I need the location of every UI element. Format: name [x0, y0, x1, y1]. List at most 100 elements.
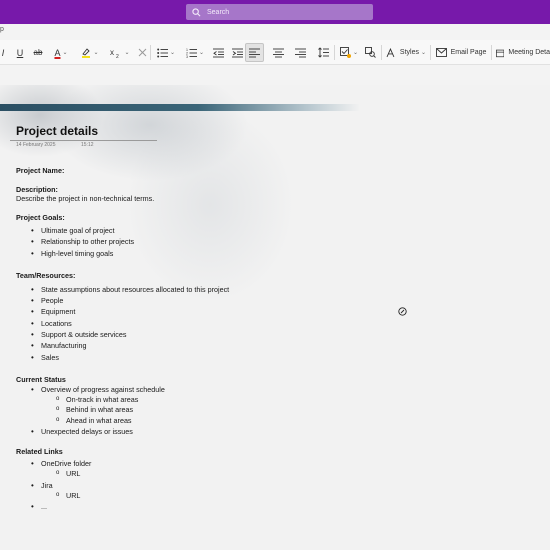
- subscript-button[interactable]: x 2 ⌄: [108, 40, 132, 65]
- increase-indent-button[interactable]: [230, 40, 244, 65]
- bullets-button[interactable]: ⌄: [153, 40, 179, 65]
- ribbon-tab-bar: p: [0, 24, 550, 40]
- note-container[interactable]: Project Name: Description: Describe the …: [16, 166, 316, 513]
- underline-button[interactable]: U: [14, 40, 26, 65]
- links-sublist: URL: [41, 490, 316, 501]
- ribbon-divider: [381, 45, 382, 60]
- sub-list-item[interactable]: URL: [56, 490, 316, 501]
- sub-list-item: On-track in what areas: [56, 394, 316, 405]
- numbering-button[interactable]: 1 2 3 ⌄: [182, 40, 208, 65]
- list-item: State assumptions about resources alloca…: [31, 284, 316, 296]
- align-left-icon: [249, 48, 260, 57]
- meeting-details-label: Meeting Deta: [508, 49, 550, 56]
- ribbon-divider: [430, 45, 431, 60]
- clear-formatting-icon: [138, 48, 146, 57]
- page-time: 15:12: [81, 142, 94, 148]
- status-heading: Current Status: [16, 374, 66, 384]
- title-bar: Search: [0, 0, 550, 24]
- list-item: OneDrive folder URL: [31, 458, 316, 480]
- list-item: Relationship to other projects: [31, 236, 316, 248]
- goals-heading: Project Goals:: [16, 213, 65, 222]
- envelope-icon: [435, 48, 447, 57]
- subscript-icon: x2: [110, 48, 119, 58]
- list-item: Locations: [31, 318, 316, 330]
- underline-label: U: [16, 47, 24, 58]
- header-stripe: [0, 104, 360, 111]
- align-right-button[interactable]: [293, 40, 307, 65]
- ribbon-tab-partial[interactable]: p: [0, 26, 4, 33]
- ribbon-divider: [150, 45, 151, 60]
- bulleted-list-icon: [157, 48, 168, 57]
- search-placeholder: Search: [207, 8, 230, 16]
- clear-formatting-button[interactable]: [136, 40, 148, 65]
- email-page-label: Email Page: [450, 49, 487, 56]
- team-list: State assumptions about resources alloca…: [16, 284, 316, 363]
- title-underline: [10, 140, 157, 141]
- align-right-icon: [294, 48, 306, 57]
- links-sublist: URL: [41, 468, 316, 479]
- svg-text:x: x: [110, 48, 114, 57]
- decrease-indent-button[interactable]: [211, 40, 225, 65]
- team-heading: Team/Resources:: [16, 270, 76, 280]
- search-icon: [192, 7, 201, 16]
- chevron-down-icon: ⌄: [352, 50, 359, 56]
- font-color-button[interactable]: A ⌄: [49, 40, 73, 65]
- chevron-down-icon: ⌄: [124, 50, 130, 56]
- chevron-down-icon: ⌄: [93, 50, 99, 56]
- styles-icon: [386, 47, 395, 57]
- decrease-indent-icon: [212, 48, 224, 57]
- list-item-text: Overview of progress against schedule: [41, 384, 165, 394]
- increase-indent-icon: [231, 48, 243, 57]
- list-item-text: Jira: [41, 480, 53, 490]
- list-item: Equipment: [31, 306, 316, 318]
- meeting-details-button[interactable]: Meeting Deta: [496, 40, 550, 65]
- links-list: OneDrive folder URL Jira URL ...: [16, 458, 316, 513]
- italic-button[interactable]: I: [0, 40, 6, 65]
- ribbon-divider: [334, 45, 335, 60]
- strikethrough-label: ab: [33, 48, 43, 57]
- description-text: Describe the project in non-technical te…: [16, 194, 155, 203]
- calendar-icon: [496, 49, 505, 57]
- goals-list: Ultimate goal of project Relationship to…: [16, 225, 316, 259]
- list-item: ...: [31, 501, 316, 513]
- list-item: High-level timing goals: [31, 248, 316, 260]
- chevron-down-icon: ⌄: [198, 50, 205, 56]
- checkbox-tag-icon: [340, 47, 351, 58]
- find-tags-button[interactable]: [363, 40, 377, 65]
- ribbon-toolbar: I U ab A ⌄ ⌄ x 2 ⌄ ⌄ 1 2 3 ⌄ ⌄ Styles ⌄ …: [0, 40, 550, 65]
- sub-list-item: Ahead in what areas: [56, 415, 316, 426]
- styles-button[interactable]: Styles ⌄: [386, 40, 426, 65]
- search-box[interactable]: Search: [186, 4, 373, 20]
- find-tags-icon: [364, 47, 376, 58]
- page-canvas[interactable]: Project details 14 February 2025 15:12 P…: [0, 85, 550, 550]
- page-title[interactable]: Project details: [16, 124, 98, 138]
- sub-list-item[interactable]: URL: [56, 468, 316, 479]
- status-list: Overview of progress against schedule On…: [16, 384, 316, 438]
- email-page-button[interactable]: Email Page: [435, 40, 487, 65]
- align-left-button[interactable]: [245, 43, 264, 62]
- description-heading: Description:: [16, 185, 58, 194]
- list-item-text: OneDrive folder: [41, 459, 92, 469]
- font-color-label: A: [54, 47, 61, 58]
- tag-button[interactable]: ⌄: [338, 40, 360, 65]
- line-spacing-button[interactable]: [316, 40, 330, 65]
- list-item: People: [31, 295, 316, 307]
- list-item: Manufacturing: [31, 340, 316, 352]
- status-sublist: On-track in what areas Behind in what ar…: [41, 394, 316, 426]
- links-heading: Related Links: [16, 447, 63, 457]
- highlight-button[interactable]: ⌄: [78, 40, 102, 65]
- list-item: Support & outside services: [31, 329, 316, 341]
- svg-text:3: 3: [186, 55, 188, 58]
- align-center-button[interactable]: [271, 40, 285, 65]
- page-date: 14 February 2025: [16, 142, 56, 148]
- numbered-list-icon: 123: [186, 48, 197, 58]
- highlighter-icon: [82, 48, 91, 58]
- align-center-icon: [272, 48, 284, 57]
- strikethrough-button[interactable]: ab: [31, 40, 45, 65]
- chevron-down-icon: ⌄: [62, 50, 68, 56]
- list-item: Unexpected delays or issues: [31, 426, 316, 438]
- ribbon-divider: [491, 45, 492, 60]
- svg-text:2: 2: [116, 54, 119, 58]
- list-item: Jira URL: [31, 480, 316, 502]
- list-item: Ultimate goal of project: [31, 225, 316, 237]
